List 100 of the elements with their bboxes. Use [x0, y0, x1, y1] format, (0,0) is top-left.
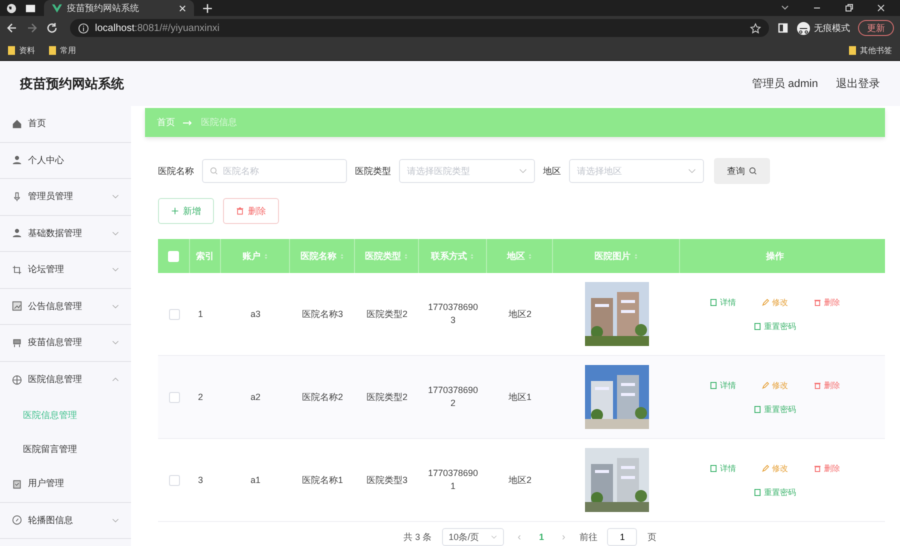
url-text: localhost:8081/#/yiyuanxinxi — [95, 22, 220, 34]
delete-link[interactable]: 删除 — [814, 380, 840, 390]
select-field[interactable]: 请选择地区 — [569, 159, 704, 183]
delete-link[interactable]: 删除 — [814, 296, 840, 308]
pencil-icon — [762, 298, 769, 306]
page-input[interactable]: 1 — [607, 528, 638, 546]
search-icon — [210, 167, 218, 175]
mic-icon — [12, 192, 22, 202]
table-cell: 2 — [198, 392, 204, 402]
chevron-down-icon — [519, 167, 527, 175]
row-checkbox[interactable] — [168, 308, 180, 320]
details-link[interactable]: 详情 — [710, 462, 736, 474]
incognito-label: 无痕模式 — [814, 22, 850, 34]
chevron-down-icon — [688, 167, 696, 175]
column-header[interactable]: 地区 — [507, 250, 525, 262]
close-icon[interactable] — [876, 3, 886, 13]
delete-link[interactable]: 删除 — [814, 462, 840, 474]
submenu-item[interactable]: 医院留言管理 — [0, 432, 131, 466]
menu-item[interactable]: 医院信息管理 — [0, 362, 131, 398]
column-header[interactable]: 联系方式 — [431, 250, 467, 262]
new-tab-icon[interactable] — [202, 2, 213, 14]
details-link[interactable]: 详情 — [710, 296, 736, 308]
table-cell: 医院名称3 — [302, 308, 343, 320]
edit-link[interactable]: 修改 — [762, 462, 788, 474]
back-icon[interactable] — [6, 22, 18, 34]
chevron-up-icon — [112, 377, 119, 382]
folder-icon — [49, 46, 56, 54]
table-cell: a3 — [250, 309, 260, 319]
edit-link[interactable]: 修改 — [762, 380, 788, 390]
folder-icon — [8, 46, 15, 54]
clipboard-icon — [12, 478, 22, 489]
trash-icon — [236, 207, 244, 215]
table-cell-text: 17703786903 — [428, 300, 478, 327]
add-button[interactable]: 新增 — [158, 198, 214, 224]
row-checkbox[interactable] — [168, 392, 180, 402]
bookmark[interactable]: 常用 — [49, 44, 76, 56]
reset-password-link[interactable]: 重置密码 — [754, 404, 796, 414]
select-field[interactable]: 请选择医院类型 — [399, 159, 535, 183]
browser-tab[interactable]: 疫苗预约网站系统 — [44, 0, 194, 16]
globe-icon[interactable] — [6, 2, 17, 14]
submenu-item[interactable]: 医院信息管理 — [0, 398, 131, 432]
table-cell: a2 — [250, 392, 260, 402]
search-icon — [749, 167, 757, 175]
total-count: 共 3 条 — [404, 530, 432, 544]
document-icon — [754, 322, 761, 330]
tab-title: 疫苗预约网站系统 — [67, 2, 140, 14]
table-cell: 1 — [198, 309, 204, 319]
reset-password-link[interactable]: 重置密码 — [754, 320, 796, 332]
incognito-badge[interactable]: 无痕模式 — [797, 22, 850, 34]
column-header[interactable]: 医院名称 — [300, 250, 336, 262]
address-bar[interactable]: localhost:8081/#/yiyuanxinxi — [70, 19, 769, 37]
chevron-down-icon — [112, 304, 119, 309]
row-checkbox[interactable] — [168, 474, 180, 486]
search-button[interactable]: 查询 — [714, 158, 770, 184]
table-cell-text: 17703786901 — [428, 466, 478, 493]
breadcrumb-link[interactable]: 首页 — [157, 116, 175, 129]
update-button[interactable]: 更新 — [858, 20, 894, 36]
page-number[interactable]: 1 — [535, 532, 548, 542]
document-icon — [754, 488, 761, 496]
other-bookmarks[interactable]: 其他书签 — [849, 44, 892, 56]
trash-icon — [814, 298, 821, 306]
pencil-icon — [762, 464, 769, 472]
star-icon[interactable] — [750, 22, 761, 34]
delete-button[interactable]: 删除 — [223, 198, 279, 224]
column-header[interactable]: 账户 — [242, 250, 260, 262]
table-cell: 医院名称1 — [302, 474, 343, 486]
logout-link[interactable]: 退出登录 — [836, 76, 880, 91]
close-icon[interactable] — [179, 4, 186, 12]
column-header[interactable]: 医院图片 — [594, 250, 630, 262]
table-cell: 地区2 — [508, 474, 532, 486]
chevron-down-icon — [112, 340, 119, 346]
window-icon[interactable] — [25, 2, 36, 14]
table-cell: a1 — [250, 475, 260, 485]
crop-icon — [12, 264, 22, 275]
search-field[interactable]: 医院名称 — [202, 159, 347, 183]
column-header[interactable]: 操作 — [766, 250, 784, 262]
next-page-button[interactable]: › — [558, 532, 570, 542]
forward-icon[interactable] — [26, 22, 38, 34]
pencil-icon — [762, 382, 769, 388]
document-icon — [710, 382, 717, 388]
details-link[interactable]: 详情 — [710, 380, 736, 390]
previous-page-button[interactable]: ‹ — [514, 532, 525, 542]
table-cell: 地区1 — [508, 390, 532, 404]
reset-password-link[interactable]: 重置密码 — [754, 486, 796, 498]
side-panel-icon[interactable] — [777, 22, 789, 34]
column-header[interactable]: 医院类型 — [365, 250, 401, 262]
edit-link[interactable]: 修改 — [762, 296, 788, 308]
restore-icon[interactable] — [844, 3, 854, 13]
column-header[interactable]: 索引 — [196, 250, 214, 262]
document-icon — [710, 298, 717, 306]
user-label: 管理员 admin — [752, 77, 818, 91]
table-cell-text: 17703786902 — [428, 384, 478, 410]
page-size-select[interactable]: 10条/页 — [442, 528, 504, 546]
incognito-icon — [797, 22, 810, 34]
select-all-checkbox[interactable] — [168, 250, 179, 262]
field-label: 医院名称 — [158, 164, 194, 178]
bookmark[interactable]: 资料 — [8, 44, 35, 56]
info-icon — [78, 22, 89, 34]
vue-logo-icon — [52, 4, 62, 12]
reload-icon[interactable] — [46, 22, 58, 34]
